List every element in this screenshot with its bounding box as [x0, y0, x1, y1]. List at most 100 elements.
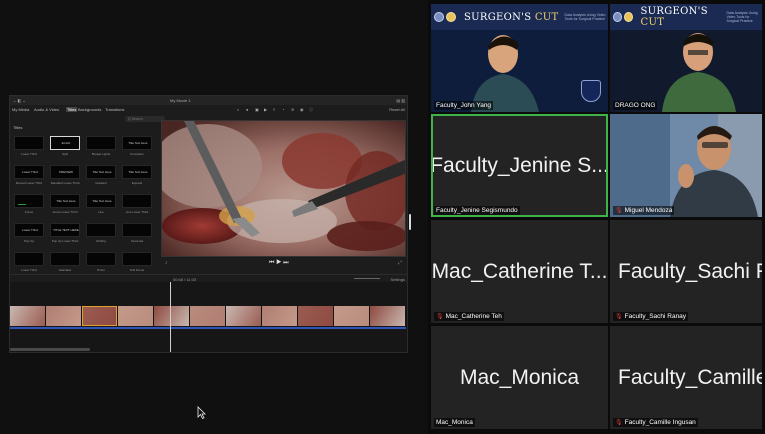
title-template-thumb[interactable]: Title Text Here: [122, 165, 152, 179]
title-template-thumb[interactable]: TITLE TEXT HERE: [50, 223, 80, 237]
participant-name: Faculty_Jenine Segismundo: [434, 206, 520, 215]
title-template-thumb[interactable]: Title Text Here: [86, 194, 116, 208]
event-banner: SURGEON'S CUT Data Analysis Using Video …: [610, 4, 762, 30]
window-controls-icon[interactable]: ▤ ▥: [396, 98, 405, 103]
tab-backgrounds[interactable]: Backgrounds: [78, 107, 101, 112]
info-icon[interactable]: ⓘ: [309, 107, 313, 113]
video-viewer[interactable]: [161, 120, 406, 257]
title-template-name: Line: [98, 210, 104, 214]
speed-icon[interactable]: ◔: [282, 107, 284, 112]
title-template-name: Drifting: [96, 239, 106, 243]
title-template-name: Pop Up Lower Third: [51, 239, 79, 243]
timeline-clip[interactable]: [154, 306, 189, 326]
logo-icon: [434, 12, 444, 22]
title-template-thumb[interactable]: [50, 252, 80, 266]
title-template-thumb[interactable]: Title Text Here: [122, 136, 152, 150]
title-template-preview-text: PREVIEW: [59, 170, 73, 174]
title-template-thumb[interactable]: [86, 136, 116, 150]
participant-video: [610, 114, 762, 217]
participant-tile-miguel-mendoza[interactable]: 🎙 Miguel Mendoza: [610, 114, 762, 217]
skip-forward-icon[interactable]: ⏭: [283, 260, 288, 266]
participant-tile-john-yang[interactable]: SURGEON'S CUT Data Analysis Using Video …: [431, 4, 608, 112]
title-template-thumb[interactable]: PREVIEW: [50, 165, 80, 179]
timeline-scrollbar[interactable]: [10, 348, 90, 351]
timeline-zoom-slider[interactable]: [354, 278, 380, 279]
title-template-thumb[interactable]: Lower Third: [14, 223, 44, 237]
title-template-thumb[interactable]: Title Text Here: [86, 165, 116, 179]
title-template-preview-text: Lower Third: [22, 170, 38, 174]
participant-tile-monica[interactable]: Mac_Monica Mac_Monica: [431, 326, 608, 429]
tab-transitions[interactable]: Transitions: [105, 107, 124, 112]
timeline-clip[interactable]: [262, 306, 297, 326]
title-template-name: Expand: [131, 181, 143, 185]
noise-reduction-icon[interactable]: ⊘: [291, 107, 294, 112]
share-edge-handle[interactable]: [409, 214, 411, 230]
title-template-name: Line Lower Third: [125, 210, 149, 214]
video-editor-window: ⌄ ◧ ⌄ My Movie 1 ▤ ▥ My Media Audio & Vi…: [9, 95, 408, 353]
title-template-name: Lower Third: [21, 268, 37, 272]
title-template-thumb[interactable]: [122, 194, 152, 208]
reset-all-button[interactable]: Reset All: [389, 107, 405, 112]
participant-display-name: Faculty_Jenine S...: [431, 153, 608, 177]
timeline-clip[interactable]: [298, 306, 333, 326]
timeline-clip[interactable]: [226, 306, 261, 326]
title-template-thumb[interactable]: [14, 194, 44, 208]
title-template-thumb[interactable]: [14, 252, 44, 266]
title-template-name: Standard: [58, 268, 72, 272]
participant-grid: SURGEON'S CUT Data Analysis Using Video …: [428, 0, 765, 434]
color-balance-icon[interactable]: ◐: [237, 107, 239, 112]
title-template-thumb[interactable]: ECHO: [50, 136, 80, 150]
timeline-clip[interactable]: [190, 306, 225, 326]
title-template-preview-text: TITLE TEXT HERE: [53, 228, 79, 232]
tab-titles[interactable]: Titles: [66, 107, 78, 112]
banner-title: SURGEON'S CUT: [464, 11, 559, 23]
progress-bar: [18, 204, 26, 205]
editor-titlebar: ⌄ ◧ ⌄ My Movie 1 ▤ ▥: [10, 96, 407, 105]
fullscreen-icon[interactable]: ⤢: [398, 260, 402, 266]
volume-icon[interactable]: ♪: [165, 260, 168, 266]
timeline-clip[interactable]: [10, 306, 45, 326]
participant-tile-jenine[interactable]: Faculty_Jenine S... Faculty_Jenine Segis…: [431, 114, 608, 217]
color-correction-icon[interactable]: ●: [246, 107, 248, 112]
title-template-preview-text: Lower Third: [22, 228, 38, 232]
participant-tile-drago-ong[interactable]: SURGEON'S CUT Data Analysis Using Video …: [610, 4, 762, 112]
play-icon[interactable]: ▶: [276, 260, 281, 266]
filter-icon[interactable]: ◉: [300, 107, 304, 112]
editor-tabs: My Media Audio & Video Titles Background…: [10, 105, 160, 114]
event-banner: SURGEON'S CUT Data Analysis Using Video …: [431, 4, 608, 30]
title-template-thumb[interactable]: Title Text Here: [50, 194, 80, 208]
timeline-clip[interactable]: [370, 306, 405, 326]
library-toggle-icon[interactable]: ⌄ ◧ ⌄: [13, 98, 26, 103]
crop-icon[interactable]: ▣: [255, 107, 259, 112]
title-template-thumb[interactable]: [14, 136, 44, 150]
viewer-controls: ♪ ⏮ ▶ ⏭ ⤢: [161, 259, 406, 269]
search-input[interactable]: Q Search: [125, 116, 165, 122]
title-template-name: Lower Third: [21, 152, 37, 156]
volume-icon[interactable]: ≡: [273, 107, 275, 112]
skip-back-icon[interactable]: ⏮: [269, 260, 274, 266]
participant-tile-camille[interactable]: Faculty_Camille 🎙 Faculty_Camille Ingusan: [610, 326, 762, 429]
playhead[interactable]: [170, 282, 171, 352]
title-template-thumb[interactable]: [122, 223, 152, 237]
audio-track: [10, 327, 406, 329]
title-template-preview-text: Title Text Here: [128, 141, 148, 145]
title-template-thumb[interactable]: Lower Third: [14, 165, 44, 179]
logo-icon: [446, 12, 456, 22]
stabilization-icon[interactable]: ▶: [264, 107, 267, 112]
title-template-thumb[interactable]: [86, 223, 116, 237]
participant-tile-catherine[interactable]: Mac_Catherine T... 🎙 Mac_Catherine Teh: [431, 220, 608, 323]
title-template-thumb[interactable]: [86, 252, 116, 266]
timeline-clip[interactable]: [82, 306, 117, 326]
title-template-name: Formation: [130, 152, 144, 156]
title-template-thumb[interactable]: [122, 252, 152, 266]
tab-audio-video[interactable]: Audio & Video: [34, 107, 59, 112]
timeline-clip[interactable]: [334, 306, 369, 326]
timeline[interactable]: [10, 282, 407, 352]
timeline-clip[interactable]: [118, 306, 153, 326]
participant-tile-sachi[interactable]: Faculty_Sachi R 🎙 Faculty_Sachi Ranay: [610, 220, 762, 323]
timeline-clip[interactable]: [46, 306, 81, 326]
tab-my-media[interactable]: My Media: [12, 107, 29, 112]
participant-name: 🎙 Faculty_Sachi Ranay: [613, 312, 689, 321]
title-template-name: Pop Up: [23, 239, 34, 243]
title-template-name: Pull Focus: [129, 268, 144, 272]
